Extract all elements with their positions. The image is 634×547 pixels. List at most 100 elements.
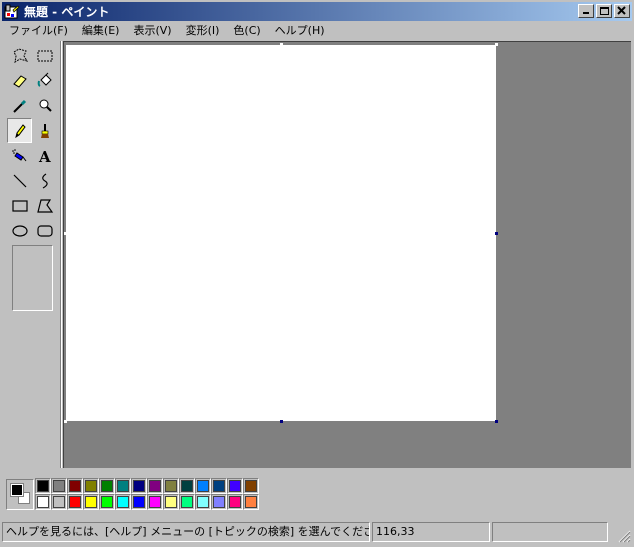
swatch-fill xyxy=(213,496,225,508)
palette-color-swatch[interactable] xyxy=(195,494,211,510)
title-bar[interactable]: 無題 - ペイント xyxy=(2,2,632,21)
paint-window: 無題 - ペイント ファイル(F) 編集(E) 表示(V) 変形(I) 色(C)… xyxy=(0,0,634,547)
palette-color-swatch[interactable] xyxy=(115,494,131,510)
resize-grip-icon[interactable] xyxy=(617,529,631,543)
palette-color-swatch[interactable] xyxy=(115,478,131,494)
maximize-icon xyxy=(600,7,609,15)
resize-handle-bottom-left xyxy=(64,420,67,423)
tool-line[interactable] xyxy=(7,168,32,193)
menu-bar: ファイル(F) 編集(E) 表示(V) 変形(I) 色(C) ヘルプ(H) xyxy=(2,22,632,40)
palette-color-swatch[interactable] xyxy=(35,494,51,510)
palette-color-swatch[interactable] xyxy=(131,478,147,494)
menu-edit[interactable]: 編集(E) xyxy=(75,22,127,40)
tool-fill[interactable] xyxy=(32,68,57,93)
menu-help[interactable]: ヘルプ(H) xyxy=(268,22,332,40)
swatch-fill xyxy=(197,496,209,508)
palette-color-swatch[interactable] xyxy=(67,478,83,494)
swatch-fill xyxy=(53,480,65,492)
swatch-fill xyxy=(213,480,225,492)
tool-pencil[interactable] xyxy=(7,118,32,143)
swatch-fill xyxy=(181,496,193,508)
maximize-button[interactable] xyxy=(596,4,612,18)
minimize-icon xyxy=(583,12,589,14)
resize-handle-bottom[interactable] xyxy=(280,420,283,423)
tool-magnifier[interactable] xyxy=(32,93,57,118)
tool-color-picker[interactable] xyxy=(7,93,32,118)
tool-rectangle[interactable] xyxy=(7,193,32,218)
canvas[interactable] xyxy=(66,45,496,421)
menu-colors[interactable]: 色(C) xyxy=(226,22,267,40)
palette-color-swatch[interactable] xyxy=(179,478,195,494)
swatch-fill xyxy=(53,496,65,508)
palette-color-swatch[interactable] xyxy=(243,478,259,494)
palette-color-swatch[interactable] xyxy=(211,494,227,510)
swatch-fill xyxy=(245,496,257,508)
swatch-fill xyxy=(133,496,145,508)
free-form-select-icon xyxy=(12,47,28,63)
swatch-fill xyxy=(229,496,241,508)
tool-options-panel[interactable] xyxy=(12,245,53,311)
palette-color-swatch[interactable] xyxy=(83,494,99,510)
brush-icon xyxy=(40,123,49,138)
palette-color-swatch[interactable] xyxy=(211,478,227,494)
tool-rounded-rectangle[interactable] xyxy=(32,218,57,243)
pencil-icon xyxy=(14,123,26,138)
tool-eraser[interactable] xyxy=(7,68,32,93)
palette-color-swatch[interactable] xyxy=(163,478,179,494)
close-button[interactable] xyxy=(614,4,630,18)
palette-color-swatch[interactable] xyxy=(35,478,51,494)
menu-view[interactable]: 表示(V) xyxy=(126,22,178,40)
swatch-fill xyxy=(117,480,129,492)
tool-brush[interactable] xyxy=(32,118,57,143)
swatch-fill xyxy=(245,480,257,492)
swatch-fill xyxy=(229,480,241,492)
palette-color-swatch[interactable] xyxy=(99,478,115,494)
palette-color-swatch[interactable] xyxy=(227,478,243,494)
swatch-fill xyxy=(117,496,129,508)
minimize-button[interactable] xyxy=(578,4,594,18)
window-title: 無題 - ペイント xyxy=(24,5,110,19)
airbrush-icon xyxy=(11,148,26,161)
palette-color-swatch[interactable] xyxy=(51,478,67,494)
tool-curve[interactable] xyxy=(32,168,57,193)
drawing-area[interactable] xyxy=(63,41,631,468)
rect-select-icon xyxy=(37,50,52,61)
menu-image[interactable]: 変形(I) xyxy=(179,22,227,40)
palette-color-swatch[interactable] xyxy=(243,494,259,510)
paint-app-icon[interactable] xyxy=(4,4,20,20)
palette-color-swatch[interactable] xyxy=(147,494,163,510)
line-icon xyxy=(13,174,26,187)
palette-color-swatch[interactable] xyxy=(227,494,243,510)
palette-color-swatch[interactable] xyxy=(131,494,147,510)
text-icon: A xyxy=(38,148,51,165)
tool-ellipse[interactable] xyxy=(7,218,32,243)
resize-handle-left xyxy=(64,232,67,235)
palette-color-swatch[interactable] xyxy=(163,494,179,510)
tool-airbrush[interactable] xyxy=(7,143,32,168)
palette-color-swatch[interactable] xyxy=(67,494,83,510)
resize-handle-right[interactable] xyxy=(495,232,498,235)
status-help-text: ヘルプを見るには、[ヘルプ] メニューの [トピックの検索] を選んでください。 xyxy=(2,522,370,542)
foreground-color xyxy=(10,483,24,497)
resize-handle-top xyxy=(280,43,283,46)
palette-color-swatch[interactable] xyxy=(179,494,195,510)
tool-text[interactable]: A xyxy=(32,143,57,168)
swatch-fill xyxy=(37,480,49,492)
tool-select[interactable] xyxy=(32,43,57,68)
palette-color-swatch[interactable] xyxy=(99,494,115,510)
status-selection-size xyxy=(492,522,608,542)
menu-file[interactable]: ファイル(F) xyxy=(2,22,75,40)
swatch-fill xyxy=(37,496,49,508)
palette-color-swatch[interactable] xyxy=(147,478,163,494)
palette-color-swatch[interactable] xyxy=(83,478,99,494)
swatch-fill xyxy=(133,480,145,492)
swatch-fill xyxy=(165,496,177,508)
tool-polygon[interactable] xyxy=(32,193,57,218)
tool-free-form-select[interactable] xyxy=(7,43,32,68)
resize-handle-corner[interactable] xyxy=(495,420,498,423)
palette-color-swatch[interactable] xyxy=(195,478,211,494)
current-colors[interactable] xyxy=(6,479,34,510)
palette-color-swatch[interactable] xyxy=(51,494,67,510)
swatch-fill xyxy=(181,480,193,492)
swatch-fill xyxy=(85,496,97,508)
